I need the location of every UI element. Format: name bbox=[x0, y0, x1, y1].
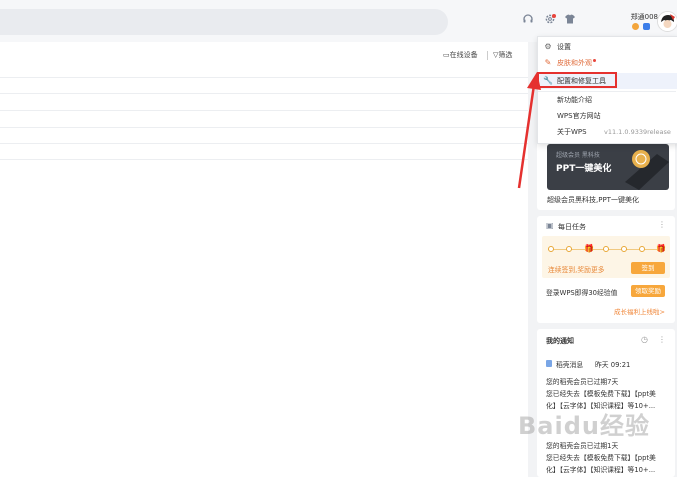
watermark: Baidu经验 bbox=[518, 412, 650, 440]
new-dot bbox=[593, 59, 596, 62]
toolbar-divider bbox=[487, 51, 488, 60]
menu-item-settings[interactable]: ⚙ 设置 bbox=[538, 39, 677, 55]
checkin-day-node bbox=[621, 246, 627, 252]
menu-separator bbox=[538, 91, 676, 92]
clock-icon[interactable]: ◷ bbox=[641, 335, 648, 344]
version-text: v11.1.0.9339release bbox=[604, 128, 671, 136]
list-row-divider bbox=[0, 110, 528, 111]
notification-dot bbox=[552, 14, 556, 18]
growth-link[interactable]: 成长福利上线啦> bbox=[614, 306, 665, 316]
checkin-button[interactable]: 签到 bbox=[631, 262, 665, 274]
notice-line[interactable]: 您已经失去【模板免费下载】【ppt美 bbox=[546, 388, 656, 398]
menu-item-about[interactable]: 关于WPS v11.1.0.9339release bbox=[538, 124, 677, 140]
docer-icon bbox=[546, 360, 552, 367]
annotation-arrow-icon bbox=[517, 72, 541, 189]
gift-icon: 🎁 bbox=[584, 244, 594, 253]
notice-source: 稻壳消息 bbox=[556, 361, 584, 369]
member-badge-icon bbox=[643, 23, 650, 30]
online-devices-button[interactable]: ▭在线设备 bbox=[443, 50, 478, 60]
menu-item-label: WPS官方网站 bbox=[557, 112, 601, 120]
brush-icon: ✎ bbox=[544, 58, 552, 67]
checkin-day-node bbox=[603, 246, 609, 252]
menu-item-label: 设置 bbox=[557, 43, 571, 51]
file-list-area bbox=[0, 42, 528, 477]
notice-time: 昨天 09:21 bbox=[595, 361, 631, 369]
notice-line[interactable]: 您已经失去【模板免费下载】【ppt美 bbox=[546, 452, 656, 462]
checkin-day-node bbox=[566, 246, 572, 252]
calendar-icon: ▣ bbox=[546, 221, 554, 230]
list-row-divider bbox=[0, 143, 528, 144]
claim-reward-button[interactable]: 领取奖励 bbox=[631, 285, 665, 297]
shirt-icon[interactable] bbox=[562, 13, 578, 29]
list-row-divider bbox=[0, 77, 528, 78]
menu-item-label: 关于WPS bbox=[557, 128, 587, 136]
gift-icon: 🎁 bbox=[656, 244, 666, 253]
gear-icon: ⚙ bbox=[544, 42, 552, 51]
avatar[interactable] bbox=[657, 11, 677, 32]
list-row-divider bbox=[0, 159, 528, 160]
login-task-text: 登录WPS即得30经验值 bbox=[546, 289, 618, 297]
promo-subtitle: 超级会员 黑科技 bbox=[556, 152, 600, 159]
menu-item-skin[interactable]: ✎ 皮肤和外观 bbox=[538, 55, 677, 71]
more-icon[interactable]: ⋮ bbox=[658, 220, 666, 229]
notices-title: 我的通知 bbox=[546, 337, 574, 345]
devices-icon: ▭ bbox=[443, 51, 450, 59]
online-devices-label: 在线设备 bbox=[449, 51, 478, 59]
notice-line[interactable]: 化】【云字体】【知识课程】等10+... bbox=[546, 464, 655, 474]
notice-line[interactable]: 您的稻壳会员已过期7天 bbox=[546, 376, 618, 386]
settings-dropdown-menu: ⚙ 设置 ✎ 皮肤和外观 🔧 配置和修复工具 新功能介绍 WPS官方网站 关于W… bbox=[537, 36, 677, 144]
menu-item-label: 新功能介绍 bbox=[557, 96, 592, 104]
checkin-day-node bbox=[639, 246, 645, 252]
menu-item-new-features[interactable]: 新功能介绍 bbox=[538, 92, 677, 108]
filter-label: 筛选 bbox=[498, 51, 513, 59]
level-badge-icon bbox=[632, 23, 639, 30]
checkin-text: 连续签到,奖励更多 bbox=[548, 266, 605, 274]
headset-icon[interactable] bbox=[520, 13, 536, 29]
list-row-divider bbox=[0, 127, 528, 128]
notice-line[interactable]: 您的稻壳会员已过期1天 bbox=[546, 440, 618, 450]
promo-caption[interactable]: 超级会员黑科技,PPT一键美化 bbox=[547, 195, 639, 205]
tasks-title: 每日任务 bbox=[558, 223, 586, 231]
highlight-box bbox=[537, 72, 617, 88]
checkin-day-node bbox=[548, 246, 554, 252]
username[interactable]: 郑通008 bbox=[616, 12, 658, 22]
menu-item-website[interactable]: WPS官方网站 bbox=[538, 108, 677, 124]
filter-button[interactable]: ▽筛选 bbox=[493, 50, 512, 60]
menu-item-label: 皮肤和外观 bbox=[557, 59, 592, 67]
list-row-divider bbox=[0, 93, 528, 94]
promo-title: PPT一键美化 bbox=[556, 164, 612, 174]
search-bar[interactable] bbox=[0, 9, 448, 35]
more-icon[interactable]: ⋮ bbox=[658, 335, 666, 344]
